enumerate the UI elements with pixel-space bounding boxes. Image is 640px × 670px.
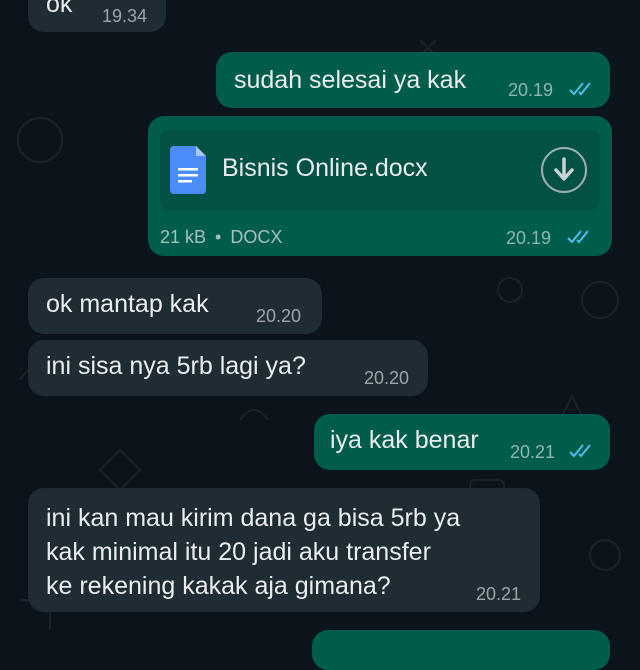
message-bubble-incoming[interactable]: ini kan mau kirim dana ga bisa 5rb ya ka… (28, 488, 540, 612)
message-time: 20.21 (476, 584, 522, 604)
message-text: sudah selesai ya kak (234, 66, 467, 94)
message-time: 20.19 (506, 228, 552, 248)
message-time: 19.34 (102, 6, 148, 26)
document-meta: 21 kB • DOCX (160, 227, 282, 248)
document-message-bubble[interactable]: Bisnis Online.docx 21 kB • DOCX 20.19 (148, 116, 612, 256)
message-text: ini sisa nya 5rb lagi ya? (46, 352, 306, 380)
message-time: 20.20 (256, 306, 302, 326)
document-file-name: Bisnis Online.docx (222, 154, 428, 182)
meta-separator: • (215, 227, 222, 247)
message-bubble-incoming[interactable]: ini sisa nya 5rb lagi ya? 20.20 (28, 340, 428, 396)
message-bubble-outgoing-partial[interactable] (312, 630, 610, 670)
message-bubble-outgoing[interactable]: iya kak benar 20.21 (314, 414, 610, 470)
message-time: 20.21 (510, 442, 556, 462)
read-receipt-icon (569, 82, 591, 96)
document-card[interactable]: Bisnis Online.docx (160, 130, 600, 210)
message-text: iya kak benar (330, 426, 479, 454)
document-file-size: 21 kB (160, 227, 207, 247)
read-receipt-icon (567, 230, 589, 244)
message-text: ok mantap kak (46, 290, 209, 318)
message-bubble-incoming[interactable]: ok 19.34 (28, 0, 166, 32)
message-bubble-outgoing[interactable]: sudah selesai ya kak 20.19 (216, 52, 610, 108)
download-icon[interactable] (540, 146, 588, 194)
message-time: 20.19 (508, 80, 554, 100)
message-text-line: ke rekening kakak aja gimana? (46, 572, 391, 600)
document-icon (170, 146, 206, 194)
message-text-line: ini kan mau kirim dana ga bisa 5rb ya (46, 504, 461, 532)
read-receipt-icon (569, 444, 591, 458)
message-text-line: kak minimal itu 20 jadi aku transfer (46, 538, 431, 566)
message-bubble-incoming[interactable]: ok mantap kak 20.20 (28, 278, 322, 334)
document-file-type: DOCX (230, 227, 283, 247)
message-text: ok (46, 0, 73, 18)
message-time: 20.20 (364, 368, 410, 388)
